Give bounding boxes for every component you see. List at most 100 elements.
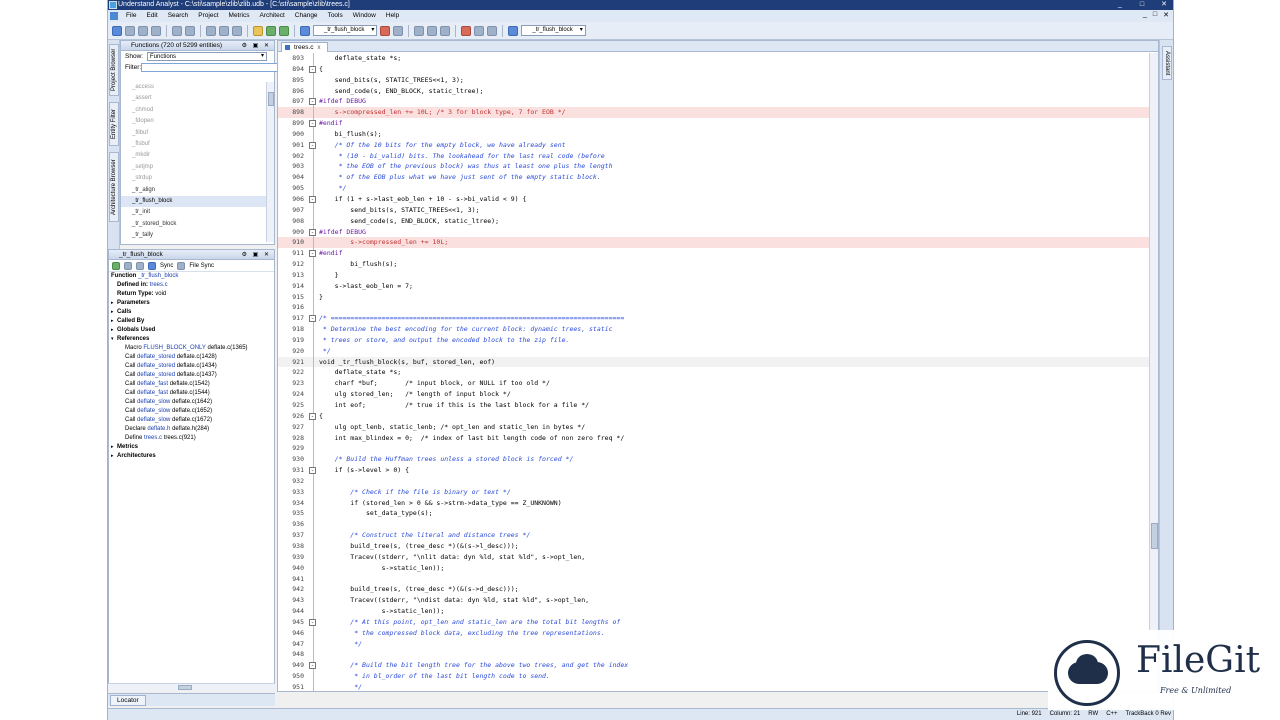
code-line[interactable]: 897- #ifdef DEBUG bbox=[278, 96, 1158, 108]
tab-project-browser[interactable]: Project Browser bbox=[109, 44, 119, 96]
fold-toggle-icon[interactable]: - bbox=[309, 315, 316, 323]
entity-list-item[interactable]: _tr_stored_block bbox=[121, 219, 266, 230]
code-line[interactable]: 927 ulg opt_lenb, static_lenb; /* opt_le… bbox=[278, 421, 1158, 433]
menu-tools[interactable]: Tools bbox=[323, 10, 348, 22]
fold-toggle-icon[interactable]: - bbox=[309, 195, 316, 203]
code-line[interactable]: 907 send_bits(s, STATIC_TREES<<1, 3); bbox=[278, 204, 1158, 216]
code-line[interactable]: 942 build_tree(s, (tree_desc *)(&(s->d_d… bbox=[278, 584, 1158, 596]
menu-architect[interactable]: Architect bbox=[254, 10, 289, 22]
reference-entity-link[interactable]: deflate_slow bbox=[137, 399, 170, 405]
info-section[interactable]: ▸ Called By bbox=[111, 317, 274, 326]
split-icon[interactable] bbox=[427, 25, 438, 36]
info-hscrollbar[interactable] bbox=[108, 683, 275, 691]
reference-entity-link[interactable]: deflate_stored bbox=[137, 372, 175, 378]
code-line[interactable]: 938 build_tree(s, (tree_desc *)(&(s->l_d… bbox=[278, 540, 1158, 552]
reference-entity-link[interactable]: deflate_stored bbox=[137, 354, 175, 360]
reference-row[interactable]: Call deflate_slow deflate.c(1672) bbox=[111, 416, 274, 425]
code-line[interactable]: 940 s->static_len)); bbox=[278, 562, 1158, 574]
entity-list-item[interactable]: _tr_tally bbox=[121, 230, 266, 241]
reference-row[interactable]: Call deflate_fast deflate.c(1542) bbox=[111, 380, 274, 389]
code-line[interactable]: 930 /* Build the Huffman trees unless a … bbox=[278, 454, 1158, 466]
entity-list-item[interactable]: _setjmp bbox=[121, 162, 266, 173]
copy-icon[interactable] bbox=[219, 25, 229, 36]
code-line[interactable]: 926-{ bbox=[278, 410, 1158, 422]
reference-entity-link[interactable]: deflate_slow bbox=[137, 408, 170, 414]
code-line[interactable]: 896 send_code(s, END_BLOCK, static_ltree… bbox=[278, 85, 1158, 97]
open-icon[interactable] bbox=[125, 25, 135, 36]
window-layout-icon[interactable] bbox=[414, 25, 425, 36]
search-icon[interactable] bbox=[474, 25, 485, 36]
new-icon[interactable] bbox=[112, 25, 122, 36]
entity-list-item[interactable]: _filbuf bbox=[121, 128, 266, 139]
info-section[interactable]: ▸ Metrics bbox=[111, 443, 274, 452]
info-section[interactable]: ▸ Architectures bbox=[111, 452, 274, 461]
scroll-thumb[interactable] bbox=[1151, 523, 1158, 549]
show-select[interactable]: Functions bbox=[147, 52, 267, 61]
code-line[interactable]: 893 deflate_state *s; bbox=[278, 53, 1158, 64]
code-line[interactable]: 919 * trees or store, and output the enc… bbox=[278, 334, 1158, 346]
tab-trees-c[interactable]: trees.c x bbox=[281, 42, 328, 52]
code-lines[interactable]: 893 deflate_state *s; 894-{895 send_bits(… bbox=[278, 53, 1158, 691]
entity-list-item[interactable]: _tr_init bbox=[121, 207, 266, 218]
code-line[interactable]: 939 Tracev((stderr, "\nlit data: dyn %ld… bbox=[278, 551, 1158, 563]
code-line[interactable]: 933 /* Check if the file is binary or te… bbox=[278, 486, 1158, 498]
code-line[interactable]: 923 charf *buf; /* input block, or NULL … bbox=[278, 378, 1158, 390]
code-line[interactable]: 912 bi_flush(s); bbox=[278, 259, 1158, 270]
code-line[interactable]: 922 deflate_state *s; bbox=[278, 367, 1158, 379]
fold-toggle-icon[interactable]: - bbox=[309, 65, 316, 73]
reference-row[interactable]: Define trees.c trees.c(921) bbox=[111, 434, 274, 443]
code-line[interactable]: 911- #endif bbox=[278, 248, 1158, 260]
code-line[interactable]: 943 Tracev((stderr, "\ndist data: dyn %l… bbox=[278, 595, 1158, 607]
filter-icon[interactable] bbox=[393, 25, 404, 36]
close-icon[interactable]: x bbox=[318, 45, 321, 51]
tab-locator[interactable]: Locator bbox=[110, 695, 146, 706]
reference-row[interactable]: Macro FLUSH_BLOCK_ONLY deflate.c(1365) bbox=[111, 344, 274, 353]
entity-list-item[interactable]: _tr_flush_block bbox=[121, 195, 266, 208]
sync-icon[interactable] bbox=[508, 25, 519, 36]
code-line[interactable]: 932 bbox=[278, 475, 1158, 487]
panel-controls[interactable]: ⚙ ▣ ✕ bbox=[242, 250, 271, 260]
forward-icon[interactable] bbox=[124, 261, 132, 270]
info-section[interactable]: ▸ Calls bbox=[111, 308, 274, 317]
fold-toggle-icon[interactable]: - bbox=[309, 141, 316, 149]
code-line[interactable]: 894-{ bbox=[278, 63, 1158, 75]
code-line[interactable]: 931- if (s->level > 0) { bbox=[278, 465, 1158, 476]
entity-list-item[interactable]: _chmod bbox=[121, 105, 266, 116]
reference-row[interactable]: Call deflate_slow deflate.c(1642) bbox=[111, 398, 274, 407]
entity-list-item[interactable]: _access bbox=[121, 82, 266, 93]
filter-input[interactable] bbox=[141, 63, 282, 72]
code-line[interactable]: 910 s->compressed_len += 10L; bbox=[278, 237, 1158, 249]
sync-checkbox[interactable] bbox=[148, 261, 156, 270]
code-line[interactable]: 948 bbox=[278, 649, 1158, 661]
entity-list-item[interactable]: _flsbuf bbox=[121, 139, 266, 150]
code-editor[interactable]: trees.c x 893 deflate_state *s; 894-{895 s… bbox=[277, 40, 1159, 692]
code-line[interactable]: 900 bi_flush(s); bbox=[278, 128, 1158, 140]
entity-list-item[interactable]: _strdup bbox=[121, 173, 266, 184]
graph-icon[interactable] bbox=[380, 25, 391, 36]
entity-name-link[interactable]: _tr_flush_block bbox=[138, 273, 178, 279]
code-line[interactable]: 895 send_bits(s, STATIC_TREES<<1, 3); bbox=[278, 74, 1158, 86]
code-line[interactable]: 915} bbox=[278, 291, 1158, 303]
reference-row[interactable]: Declare deflate.h deflate.h(284) bbox=[111, 425, 274, 434]
code-line[interactable]: 949- /* Build the bit length tree for th… bbox=[278, 660, 1158, 672]
maximize-button[interactable]: □ bbox=[1135, 0, 1149, 10]
code-line[interactable]: 950 * in bl_order of the last bit length… bbox=[278, 671, 1158, 682]
tab-entity-filter[interactable]: Entity Filter bbox=[109, 102, 119, 146]
code-line[interactable]: 941 bbox=[278, 573, 1158, 585]
reference-entity-link[interactable]: trees.c bbox=[144, 435, 162, 441]
code-line[interactable]: 921 void _tr_flush_block(s, buf, stored_l… bbox=[278, 356, 1158, 368]
fold-toggle-icon[interactable]: - bbox=[309, 618, 316, 626]
redo-icon[interactable] bbox=[185, 25, 195, 36]
code-line[interactable]: 909- #ifdef DEBUG bbox=[278, 226, 1158, 238]
code-line[interactable]: 925 int eof; /* true if this is the last… bbox=[278, 400, 1158, 411]
fold-toggle-icon[interactable]: - bbox=[309, 250, 316, 258]
code-line[interactable]: 898 s->compressed_len += 10L; /* 3 for b… bbox=[278, 107, 1158, 119]
code-line[interactable]: 929 bbox=[278, 443, 1158, 455]
reference-row[interactable]: Call deflate_fast deflate.c(1544) bbox=[111, 389, 274, 398]
code-line[interactable]: 928 int max_blindex = 0; /* index of las… bbox=[278, 432, 1158, 444]
bookmark-icon[interactable] bbox=[253, 25, 263, 36]
reference-row[interactable]: Call deflate_slow deflate.c(1652) bbox=[111, 407, 274, 416]
entity-list-item[interactable]: _tr_align bbox=[121, 185, 266, 196]
file-sync-checkbox[interactable] bbox=[177, 261, 186, 270]
menu-search[interactable]: Search bbox=[163, 10, 194, 22]
